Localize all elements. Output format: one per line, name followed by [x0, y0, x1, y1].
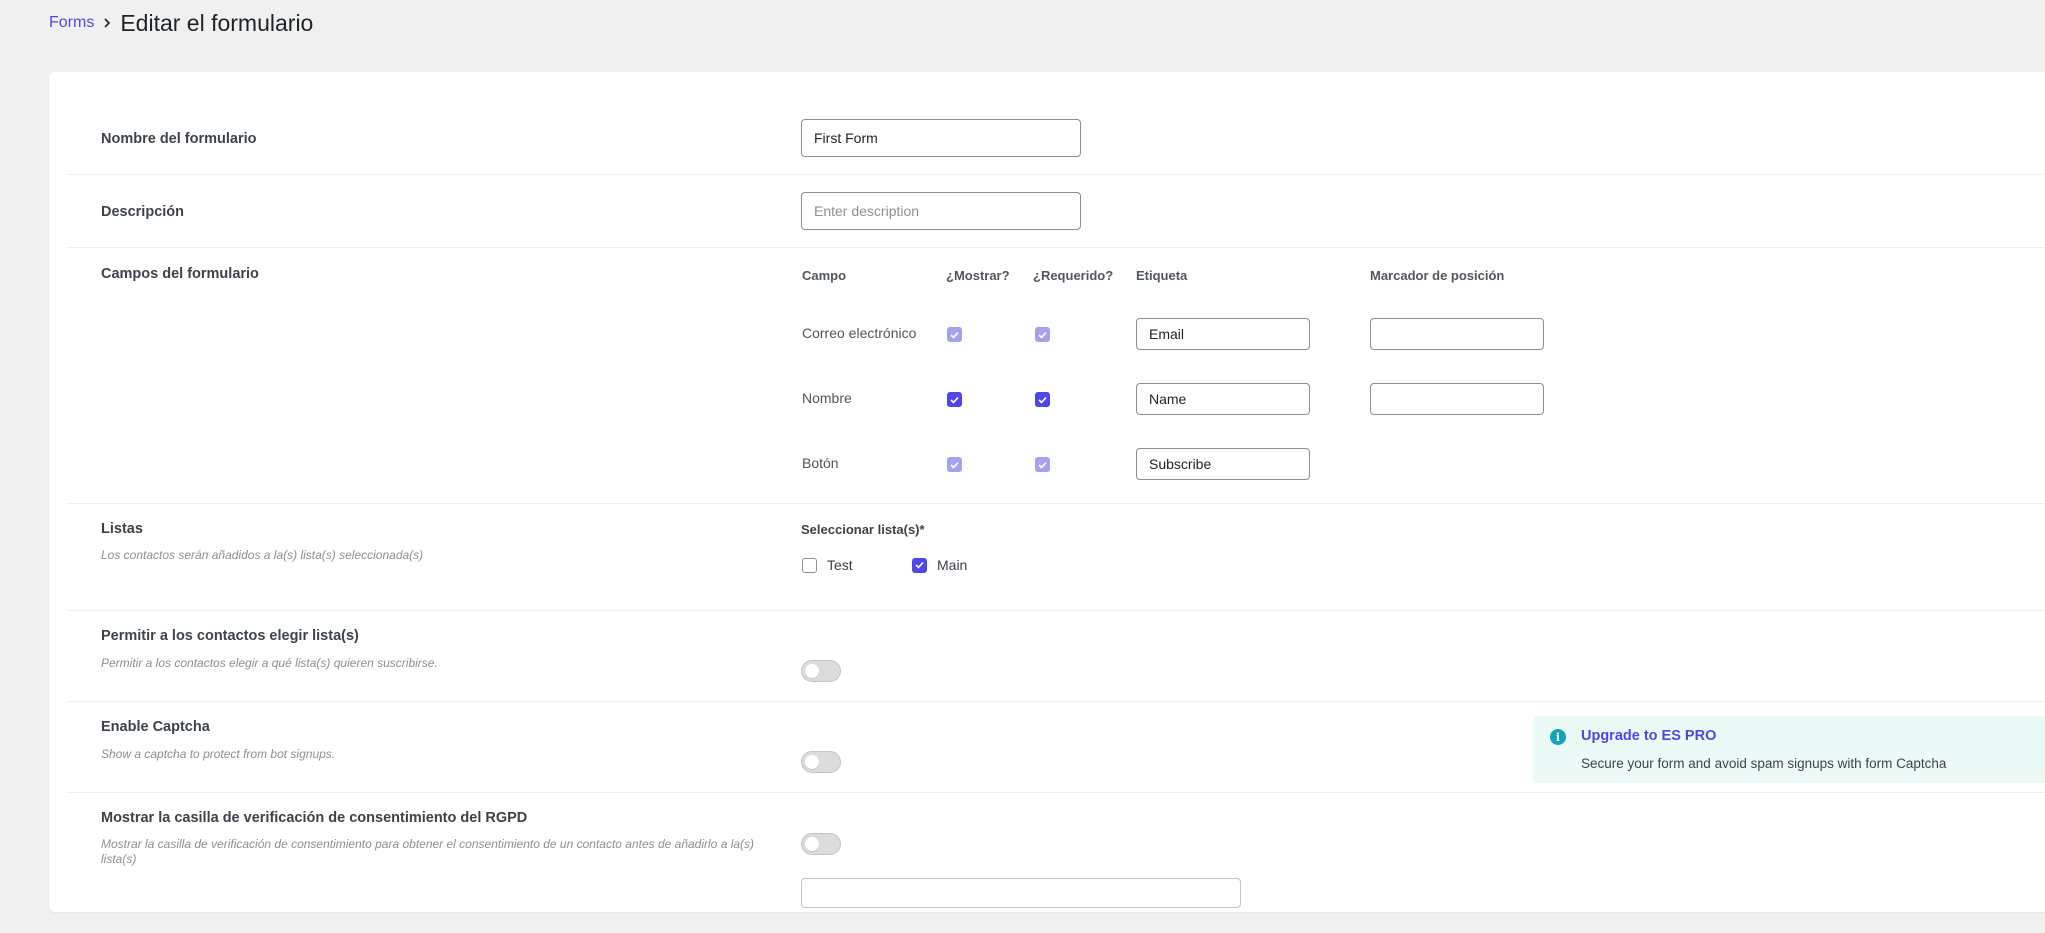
column-header-label: Etiqueta	[1136, 268, 1188, 283]
description-label: Descripción	[101, 204, 184, 220]
page-title: Editar el formulario	[120, 9, 314, 36]
list-option-label: Test	[827, 557, 853, 573]
button-label-input[interactable]	[1136, 448, 1310, 480]
allow-choose-lists-help: Permitir a los contactos elegir a qué li…	[101, 656, 438, 670]
required-button-checkbox[interactable]	[1035, 457, 1050, 472]
lists-help: Los contactos serán añadidos a la(s) lis…	[101, 548, 424, 562]
checkmark-icon	[950, 461, 959, 469]
form-fields-row: Campos del formulario Campo ¿Mostrar? ¿R…	[67, 248, 2045, 504]
list-test-checkbox[interactable]	[802, 557, 817, 573]
form-name-input[interactable]	[801, 119, 1081, 157]
captcha-toggle[interactable]	[801, 751, 841, 773]
gdpr-consent-text-field[interactable]	[801, 878, 1241, 908]
gdpr-label: Mostrar la casilla de verificación de co…	[101, 810, 528, 826]
checkmark-icon	[1038, 396, 1047, 404]
toggle-knob	[805, 755, 819, 769]
show-button-checkbox[interactable]	[947, 457, 962, 472]
select-lists-label: Seleccionar lista(s)*	[801, 522, 925, 537]
form-name-label: Nombre del formulario	[101, 131, 257, 147]
form-fields-label: Campos del formulario	[101, 266, 259, 282]
required-name-checkbox[interactable]	[1035, 392, 1050, 407]
allow-choose-lists-label: Permitir a los contactos elegir lista(s)	[101, 628, 359, 644]
name-placeholder-input[interactable]	[1370, 383, 1544, 415]
name-label-input[interactable]	[1136, 383, 1310, 415]
checkmark-icon	[1038, 331, 1047, 339]
list-option-label: Main	[937, 557, 968, 573]
list-option-main[interactable]: Main	[912, 557, 967, 573]
field-name-email: Correo electrónico	[802, 325, 917, 341]
field-name-name: Nombre	[802, 390, 852, 406]
breadcrumb: Forms Editar el formulario	[49, 8, 313, 38]
captcha-label: Enable Captcha	[101, 719, 210, 735]
upgrade-notice-title[interactable]: Upgrade to ES PRO	[1581, 728, 1716, 744]
allow-choose-lists-row: Permitir a los contactos elegir lista(s)…	[67, 611, 2045, 702]
gdpr-toggle[interactable]	[801, 833, 841, 855]
checkmark-icon	[1038, 461, 1047, 469]
column-header-show: ¿Mostrar?	[946, 268, 1010, 283]
breadcrumb-forms-link[interactable]: Forms	[49, 14, 94, 32]
lists-label: Listas	[101, 521, 143, 537]
gdpr-help: Mostrar la casilla de verificación de co…	[101, 837, 755, 866]
toggle-knob	[805, 664, 819, 678]
captcha-help: Show a captcha to protect from bot signu…	[101, 747, 336, 761]
gdpr-row: Mostrar la casilla de verificación de co…	[67, 793, 2045, 933]
email-placeholder-input[interactable]	[1370, 318, 1544, 350]
list-main-checkbox[interactable]	[912, 557, 927, 573]
upgrade-notice-text: Secure your form and avoid spam signups …	[1581, 756, 1947, 771]
column-header-placeholder: Marcador de posición	[1370, 268, 1505, 283]
checkmark-icon	[950, 331, 959, 339]
column-header-field: Campo	[802, 268, 847, 283]
checkmark-icon	[950, 396, 959, 404]
form-settings-card: Nombre del formulario Descripción Campos…	[49, 72, 2045, 912]
column-header-required: ¿Requerido?	[1033, 268, 1114, 283]
description-row: Descripción	[67, 175, 2045, 248]
chevron-right-icon	[102, 17, 112, 29]
checkmark-icon	[915, 561, 924, 569]
form-name-row: Nombre del formulario	[67, 72, 2045, 175]
lists-row: Listas Los contactos serán añadidos a la…	[67, 504, 2045, 611]
required-email-checkbox[interactable]	[1035, 327, 1050, 342]
toggle-knob	[805, 837, 819, 851]
allow-choose-lists-toggle[interactable]	[801, 660, 841, 682]
field-name-button: Botón	[802, 455, 839, 471]
show-email-checkbox[interactable]	[947, 327, 962, 342]
list-option-test[interactable]: Test	[802, 557, 853, 573]
show-name-checkbox[interactable]	[947, 392, 962, 407]
info-icon: i	[1550, 729, 1566, 745]
email-label-input[interactable]	[1136, 318, 1310, 350]
description-input[interactable]	[801, 192, 1081, 230]
upgrade-notice: i Upgrade to ES PRO Secure your form and…	[1533, 716, 2045, 783]
